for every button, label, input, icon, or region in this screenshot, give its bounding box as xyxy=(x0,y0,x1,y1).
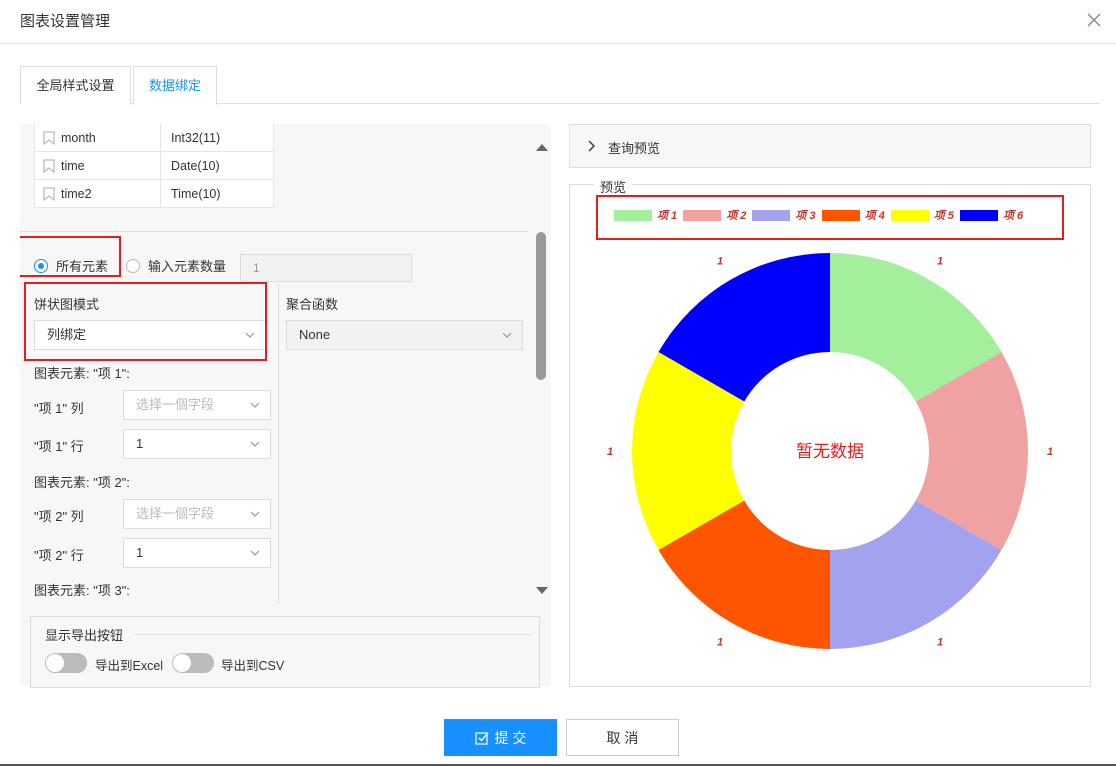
field-name: time2 xyxy=(61,186,92,201)
highlight-box xyxy=(24,282,267,361)
radio-input-count[interactable] xyxy=(126,258,141,273)
aggregate-value: None xyxy=(299,327,331,342)
pie-data-label: 1 xyxy=(1047,446,1053,458)
field-name: month xyxy=(61,130,96,145)
cancel-label: 取 消 xyxy=(606,729,639,746)
field-type: Int32(11) xyxy=(171,130,221,145)
element-col-label: "项 1" 列 xyxy=(34,401,84,416)
bookmark-icon xyxy=(43,159,55,173)
bookmark-icon xyxy=(43,131,55,145)
pie-data-label: 1 xyxy=(937,637,943,649)
chevron-down-icon xyxy=(250,511,260,517)
export-csv-label: 导出到CSV xyxy=(221,659,285,673)
element-row-label: "项 1" 行 xyxy=(34,439,84,454)
tab-bar: 全局样式设置 数据绑定 xyxy=(20,66,1100,105)
element-col-placeholder: 选择一個字段 xyxy=(136,397,215,412)
element-col-select[interactable]: 选择一個字段 xyxy=(123,499,271,529)
element-row-label: "项 2" 行 xyxy=(34,548,84,563)
element-col-placeholder: 选择一個字段 xyxy=(136,506,215,521)
scroll-up-arrow[interactable] xyxy=(536,144,548,151)
pie-data-label: 1 xyxy=(717,255,723,267)
element-col-label: "项 2" 列 xyxy=(34,509,84,524)
submit-button[interactable]: 提 交 xyxy=(444,719,557,756)
tab-global-style[interactable]: 全局样式设置 xyxy=(20,66,131,104)
element-row-select[interactable]: 1 xyxy=(123,538,271,568)
element-row-value: 1 xyxy=(136,545,144,560)
preview-section: 预览 项 1项 2项 3项 4项 5项 6 1 1 1 1 1 1 暂无数据 xyxy=(569,177,1091,687)
element-heading: 图表元素: "项 1": xyxy=(34,366,130,381)
cancel-button[interactable]: 取 消 xyxy=(566,719,679,756)
pie-data-label: 1 xyxy=(937,255,943,267)
element-count-input[interactable]: 1 xyxy=(240,254,412,282)
query-preview-label: 查询预览 xyxy=(608,141,661,156)
submit-label: 提 交 xyxy=(494,729,527,746)
table-row[interactable]: time Date(10) xyxy=(35,152,273,180)
close-icon[interactable] xyxy=(1084,10,1104,30)
export-excel-switch[interactable] xyxy=(45,653,87,673)
empty-data-text: 暂无数据 xyxy=(796,442,864,461)
pie-data-label: 1 xyxy=(717,637,723,649)
aggregate-select[interactable]: None xyxy=(286,320,523,350)
chevron-down-icon xyxy=(250,402,260,408)
dialog-title: 图表设置管理 xyxy=(20,13,111,30)
field-table: month Int32(11) time Date(10) time2 Time… xyxy=(34,124,274,208)
scrollbar-thumb[interactable] xyxy=(536,232,546,380)
table-row[interactable]: time2 Time(10) xyxy=(35,180,273,208)
tab-data-binding[interactable]: 数据绑定 xyxy=(133,66,217,105)
field-name: time xyxy=(61,158,85,173)
scroll-down-arrow[interactable] xyxy=(536,587,548,594)
export-excel-label: 导出到Excel xyxy=(95,659,164,673)
export-csv-switch[interactable] xyxy=(172,653,214,673)
pie-data-label: 1 xyxy=(607,446,613,458)
chevron-down-icon xyxy=(250,550,260,556)
radio-input-count-label: 输入元素数量 xyxy=(148,259,227,274)
chevron-down-icon xyxy=(250,441,260,447)
query-preview-bar[interactable]: 查询预览 xyxy=(569,124,1091,168)
aggregate-label: 聚合函数 xyxy=(286,297,339,312)
element-heading: 图表元素: "项 3": xyxy=(34,583,130,598)
bookmark-icon xyxy=(43,187,55,201)
element-col-select[interactable]: 选择一個字段 xyxy=(123,390,271,420)
export-section: 显示导出按钮 导出到Excel 导出到CSV xyxy=(30,616,540,688)
chevron-down-icon xyxy=(502,332,512,338)
field-type: Date(10) xyxy=(171,158,220,173)
export-legend: 显示导出按钮 xyxy=(45,625,124,644)
field-type: Time(10) xyxy=(171,186,221,201)
divider xyxy=(20,231,528,232)
element-heading: 图表元素: "项 2": xyxy=(34,475,130,490)
highlight-box xyxy=(20,236,121,277)
edit-check-icon xyxy=(474,731,489,745)
pie-chart: 1 1 1 1 1 1 暂无数据 xyxy=(607,253,1053,649)
export-legend-line xyxy=(135,634,531,635)
column-separator xyxy=(278,284,279,604)
element-row-select[interactable]: 1 xyxy=(123,429,271,459)
table-row[interactable]: month Int32(11) xyxy=(35,124,273,152)
binding-panel: month Int32(11) time Date(10) time2 Time… xyxy=(20,124,550,686)
dialog-header: 图表设置管理 xyxy=(0,0,1116,44)
element-row-value: 1 xyxy=(136,436,144,451)
chevron-right-icon xyxy=(588,140,595,152)
